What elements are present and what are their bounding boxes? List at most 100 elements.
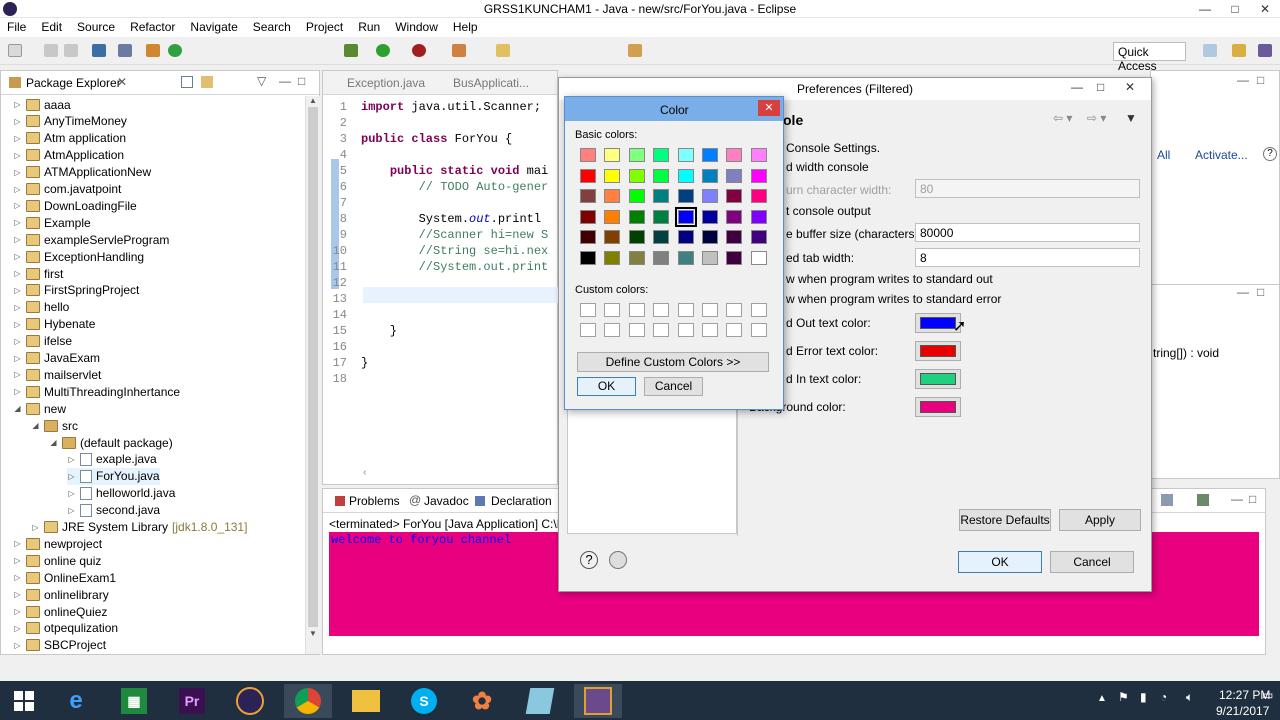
custom-color-slot[interactable]: [702, 323, 718, 337]
basic-color-swatch[interactable]: [702, 148, 718, 162]
terminal-icon[interactable]: [92, 44, 106, 57]
tree-item[interactable]: ▷ ForYou.java: [67, 467, 160, 485]
tree-item[interactable]: ▷ helloworld.java: [67, 485, 175, 502]
right-minimize-icon[interactable]: —: [1237, 73, 1249, 87]
maximize-icon[interactable]: □: [1220, 0, 1250, 18]
basic-color-swatch[interactable]: [580, 230, 596, 245]
collapsed-arrow-icon[interactable]: ▷: [13, 354, 22, 363]
menu-search[interactable]: Search: [246, 18, 299, 37]
all-link[interactable]: All: [1157, 148, 1170, 162]
custom-color-slot[interactable]: [628, 323, 645, 337]
prefs-help-icon[interactable]: ?: [580, 551, 598, 569]
basic-color-swatch[interactable]: [653, 189, 670, 204]
basic-color-swatch[interactable]: [750, 189, 767, 204]
menu-project[interactable]: Project: [299, 18, 351, 37]
tree-item[interactable]: ▷ newproject: [13, 535, 102, 552]
collapsed-arrow-icon[interactable]: ▷: [13, 556, 22, 565]
tree-item[interactable]: ▷ onlineQuiez: [13, 603, 107, 620]
tree-item[interactable]: ▷ ifelse: [13, 333, 72, 350]
basic-color-swatch[interactable]: [628, 230, 645, 245]
collapsed-arrow-icon[interactable]: ▷: [13, 387, 22, 396]
code-line[interactable]: 11 //System.out.print: [323, 260, 549, 276]
collapsed-arrow-icon[interactable]: ▷: [13, 117, 22, 126]
file-explorer-icon[interactable]: [342, 684, 390, 718]
basic-color-swatch[interactable]: [628, 209, 645, 224]
code-area[interactable]: 1 import java.util.Scanner; 2 3 public class…: [323, 96, 558, 456]
tree-item[interactable]: ◢ src: [31, 417, 78, 434]
tree-item[interactable]: ▷ AnyTimeMoney: [13, 113, 127, 130]
collapsed-arrow-icon[interactable]: ▷: [13, 100, 22, 109]
custom-color-slot[interactable]: [653, 303, 670, 317]
code-line[interactable]: 17}: [323, 356, 369, 372]
tree-item[interactable]: ▷ ExceptionHandling: [13, 248, 144, 265]
eclipse-ee-taskbar-icon[interactable]: [574, 684, 622, 718]
tree-item[interactable]: ▷ Example: [13, 214, 90, 231]
custom-color-slot[interactable]: [580, 323, 596, 337]
outline-maximize-icon[interactable]: □: [1257, 285, 1264, 299]
collapsed-arrow-icon[interactable]: ▷: [67, 455, 76, 464]
limit-output-checkbox-label[interactable]: t console output: [786, 204, 871, 218]
right-maximize-icon[interactable]: □: [1257, 73, 1264, 87]
in-color-button[interactable]: [915, 369, 961, 389]
collapsed-arrow-icon[interactable]: ▷: [13, 168, 22, 177]
close-view-icon[interactable]: ✕: [117, 75, 127, 89]
basic-color-swatch[interactable]: [604, 209, 621, 224]
editor-tab-exception[interactable]: Exception.java: [347, 76, 425, 90]
tray-volume-icon[interactable]: 🔈︎: [1186, 690, 1193, 705]
link-editor-icon[interactable]: [201, 76, 213, 88]
color-ok-button[interactable]: OK: [577, 377, 636, 396]
custom-color-slot[interactable]: [653, 323, 670, 337]
basic-color-swatch[interactable]: [604, 230, 621, 245]
collapsed-arrow-icon[interactable]: ▷: [13, 641, 22, 650]
basic-color-swatch[interactable]: [580, 189, 596, 204]
java-perspective-icon[interactable]: [1232, 44, 1246, 57]
basic-color-swatch[interactable]: [580, 209, 596, 224]
basic-color-swatch[interactable]: [677, 230, 694, 245]
minimize-icon[interactable]: —: [1190, 0, 1220, 18]
basic-color-swatch[interactable]: [702, 209, 718, 224]
collapsed-arrow-icon[interactable]: ▷: [13, 303, 22, 312]
apply-button[interactable]: Apply: [1059, 509, 1141, 531]
scroll-thumb[interactable]: [308, 107, 318, 627]
show-on-out-checkbox-label[interactable]: w when program writes to standard out: [786, 272, 993, 286]
open-type-icon[interactable]: [452, 44, 466, 57]
prefs-back-icon[interactable]: ⇦ ▾: [1053, 111, 1072, 125]
collapsed-arrow-icon[interactable]: ▷: [13, 235, 22, 244]
code-line[interactable]: 12: [323, 276, 361, 292]
code-line[interactable]: 8 System.out.printl: [323, 212, 541, 228]
basic-color-swatch[interactable]: [653, 148, 670, 162]
tree-item[interactable]: ▷ mailservlet: [13, 366, 101, 383]
collapsed-arrow-icon[interactable]: ▷: [13, 607, 22, 616]
code-line[interactable]: 15 }: [323, 324, 397, 340]
basic-color-swatch[interactable]: [580, 168, 596, 183]
basic-color-swatch[interactable]: [628, 168, 645, 183]
view-menu-icon[interactable]: ▽: [257, 74, 266, 88]
activate-link[interactable]: Activate...: [1195, 148, 1248, 162]
collapsed-arrow-icon[interactable]: ▷: [13, 269, 22, 278]
basic-color-swatch[interactable]: [750, 230, 767, 245]
basic-color-swatch[interactable]: [750, 148, 767, 162]
collapse-all-icon[interactable]: [181, 76, 193, 88]
minimize-view-icon[interactable]: —: [279, 74, 291, 88]
tree-item[interactable]: ▷ hello: [13, 299, 69, 316]
tree-item[interactable]: ◢ new: [13, 400, 66, 417]
collapsed-arrow-icon[interactable]: ▷: [13, 201, 22, 210]
tree-item[interactable]: ▷ ATMApplicationNew: [13, 164, 151, 181]
basic-color-swatch[interactable]: [653, 230, 670, 245]
console-maximize-icon[interactable]: □: [1249, 492, 1256, 506]
color-dialog-close-icon[interactable]: ✕: [758, 100, 780, 116]
save-all-icon[interactable]: [64, 44, 78, 57]
code-line[interactable]: 9 //Scanner hi=new S: [323, 228, 548, 244]
fixed-width-checkbox-label[interactable]: d width console: [786, 160, 869, 174]
tree-item[interactable]: ▷ exaple.java: [67, 451, 156, 468]
tray-network-icon[interactable]: ◔: [1160, 690, 1167, 704]
tree-item[interactable]: ▷ com.javatpoint: [13, 181, 121, 198]
basic-color-swatch[interactable]: [726, 148, 743, 162]
menu-window[interactable]: Window: [388, 18, 446, 37]
tray-battery-icon[interactable]: ▮: [1140, 690, 1147, 704]
run-icon[interactable]: [376, 44, 390, 57]
tree-item[interactable]: ▷ OnlineExam1: [13, 569, 116, 586]
tree-item[interactable]: ▷ JRE System Library [jdk1.8.0_131]: [31, 519, 247, 536]
menu-source[interactable]: Source: [70, 18, 123, 37]
tab-javadoc[interactable]: Javadoc: [424, 494, 469, 508]
